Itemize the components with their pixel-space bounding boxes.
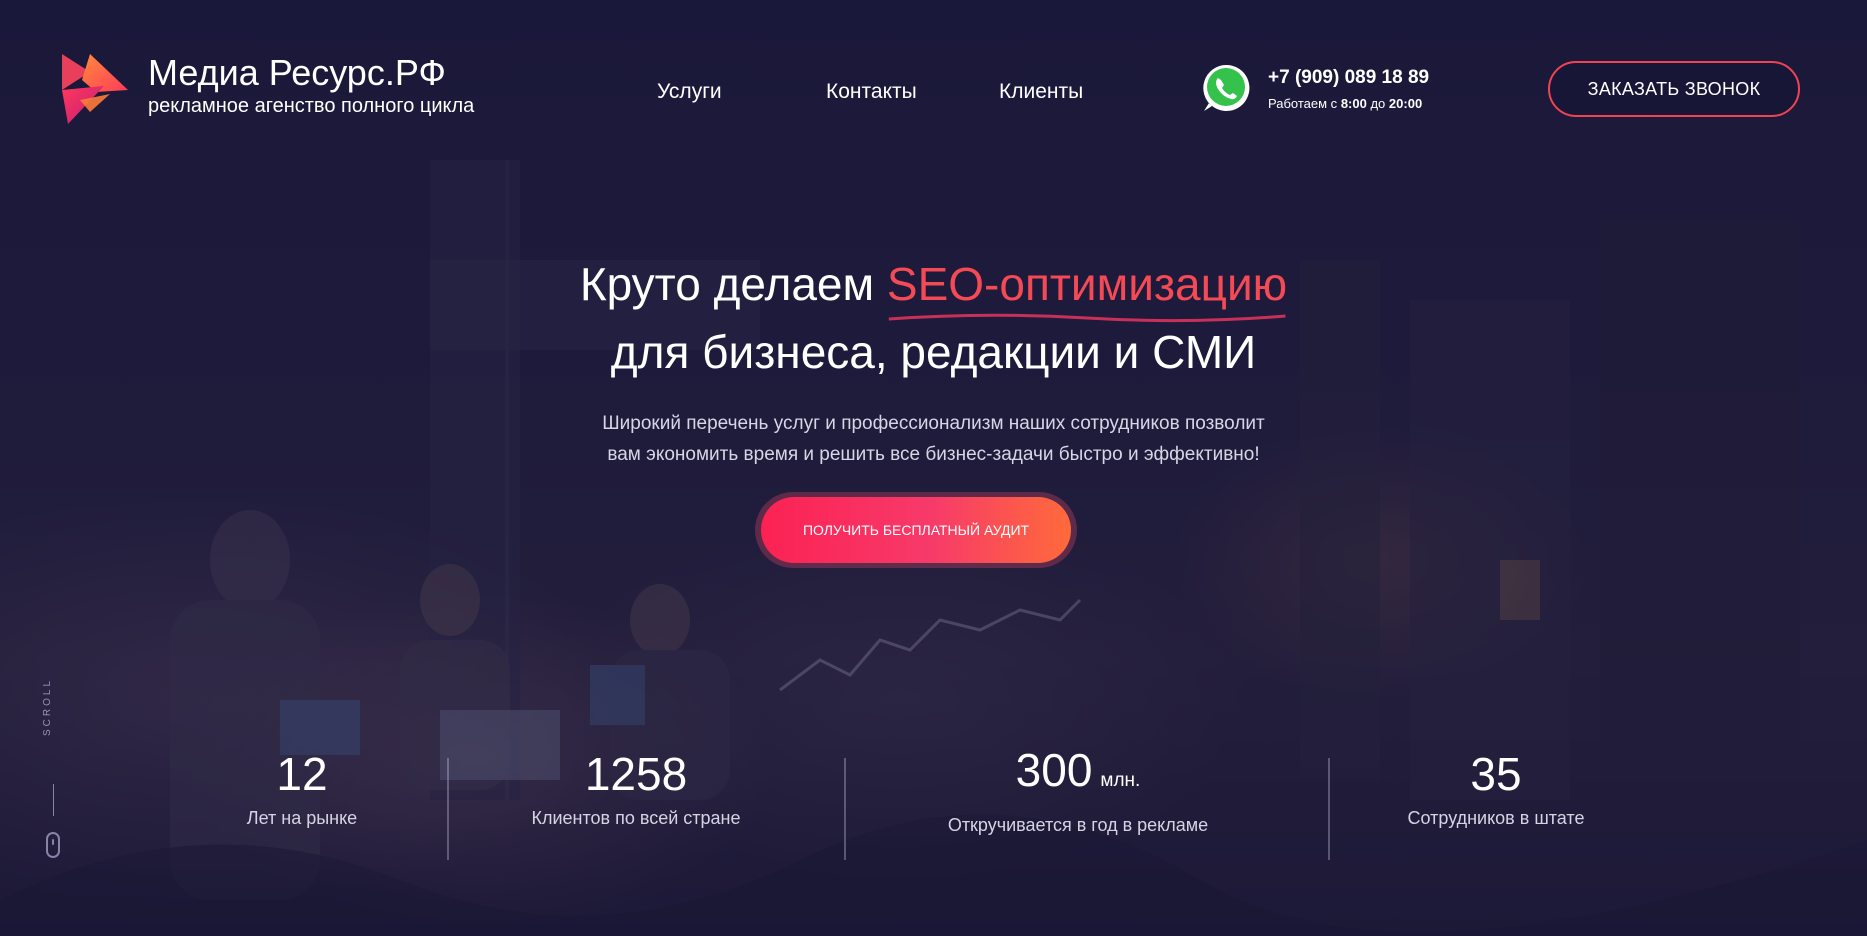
brand-tagline: рекламное агенство полного цикла [148, 95, 475, 117]
hero-subtitle-line2: вам экономить время и решить все бизнес-… [607, 444, 1260, 465]
stat-value: 12 [276, 748, 328, 800]
scroll-line [53, 784, 54, 816]
working-hours: Работаем с 8:00 до 20:00 [1268, 96, 1429, 111]
free-audit-button[interactable]: ПОЛУЧИТЬ БЕСПЛАТНЫЙ АУДИТ [761, 497, 1071, 563]
hero-subtitle: Широкий перечень услуг и профессионализм… [0, 408, 1867, 470]
nav-link-clients[interactable]: Клиенты [999, 80, 1083, 104]
stat-ad-spend: 300 млн. Откручивается в год в рекламе [918, 744, 1238, 836]
logo-mark-icon [62, 54, 128, 124]
brand-name: Медиа Ресурс.РФ [148, 52, 446, 93]
stat-label: Клиентов по всей стране [531, 808, 741, 828]
stat-unit: млн. [1100, 770, 1141, 791]
hours-mid: до [1370, 95, 1386, 111]
nav-link-contacts[interactable]: Контакты [826, 80, 917, 104]
cta-glow: ПОЛУЧИТЬ БЕСПЛАТНЫЙ АУДИТ [755, 492, 1077, 568]
hero-subtitle-line1: Широкий перечень услуг и профессионализм… [602, 413, 1265, 434]
mouse-scroll-icon[interactable] [46, 832, 60, 858]
hero-title-accent-text: SEO-оптимизацию [886, 258, 1288, 310]
hero-title-part1: Круто делаем [579, 258, 875, 310]
hours-to: 20:00 [1388, 95, 1423, 111]
hero-title-line2: для бизнеса, редакции и СМИ [610, 326, 1257, 378]
whatsapp-icon[interactable] [1200, 62, 1252, 114]
stat-label: Лет на рынке [246, 808, 358, 828]
hero-title: Круто делаем SEO-оптимизацию для бизнеса… [0, 250, 1867, 386]
hero-title-accent: SEO-оптимизацию [886, 250, 1288, 323]
order-call-button[interactable]: ЗАКАЗАТЬ ЗВОНОК [1548, 61, 1800, 117]
contact-block: +7 (909) 089 18 89 Работаем с 8:00 до 20… [1200, 62, 1429, 114]
phone-number[interactable]: +7 (909) 089 18 89 [1268, 66, 1429, 90]
scroll-label: SCROLL [42, 677, 53, 736]
stat-clients: 1258 Клиентов по всей стране [506, 748, 766, 829]
stat-value: 300 млн. [918, 744, 1238, 807]
stat-divider [844, 758, 846, 860]
logo[interactable]: Медиа Ресурс.РФ рекламное агенство полно… [60, 50, 474, 130]
stat-divider [1328, 758, 1330, 860]
stat-value: 1258 [584, 748, 688, 800]
stat-number: 300 [1015, 744, 1093, 796]
stat-divider [447, 758, 449, 860]
nav-link-services[interactable]: Услуги [657, 80, 722, 104]
stat-label: Откручивается в год в рекламе [947, 815, 1209, 835]
underline-swoosh-icon [888, 313, 1286, 323]
stat-value: 35 [1470, 748, 1522, 800]
hours-from: 8:00 [1340, 95, 1367, 111]
stat-years: 12 Лет на рынке [222, 748, 382, 829]
hours-prefix: Работаем с [1268, 95, 1338, 111]
stat-employees: 35 Сотрудников в штате [1386, 748, 1606, 829]
stat-label: Сотрудников в штате [1407, 808, 1585, 828]
